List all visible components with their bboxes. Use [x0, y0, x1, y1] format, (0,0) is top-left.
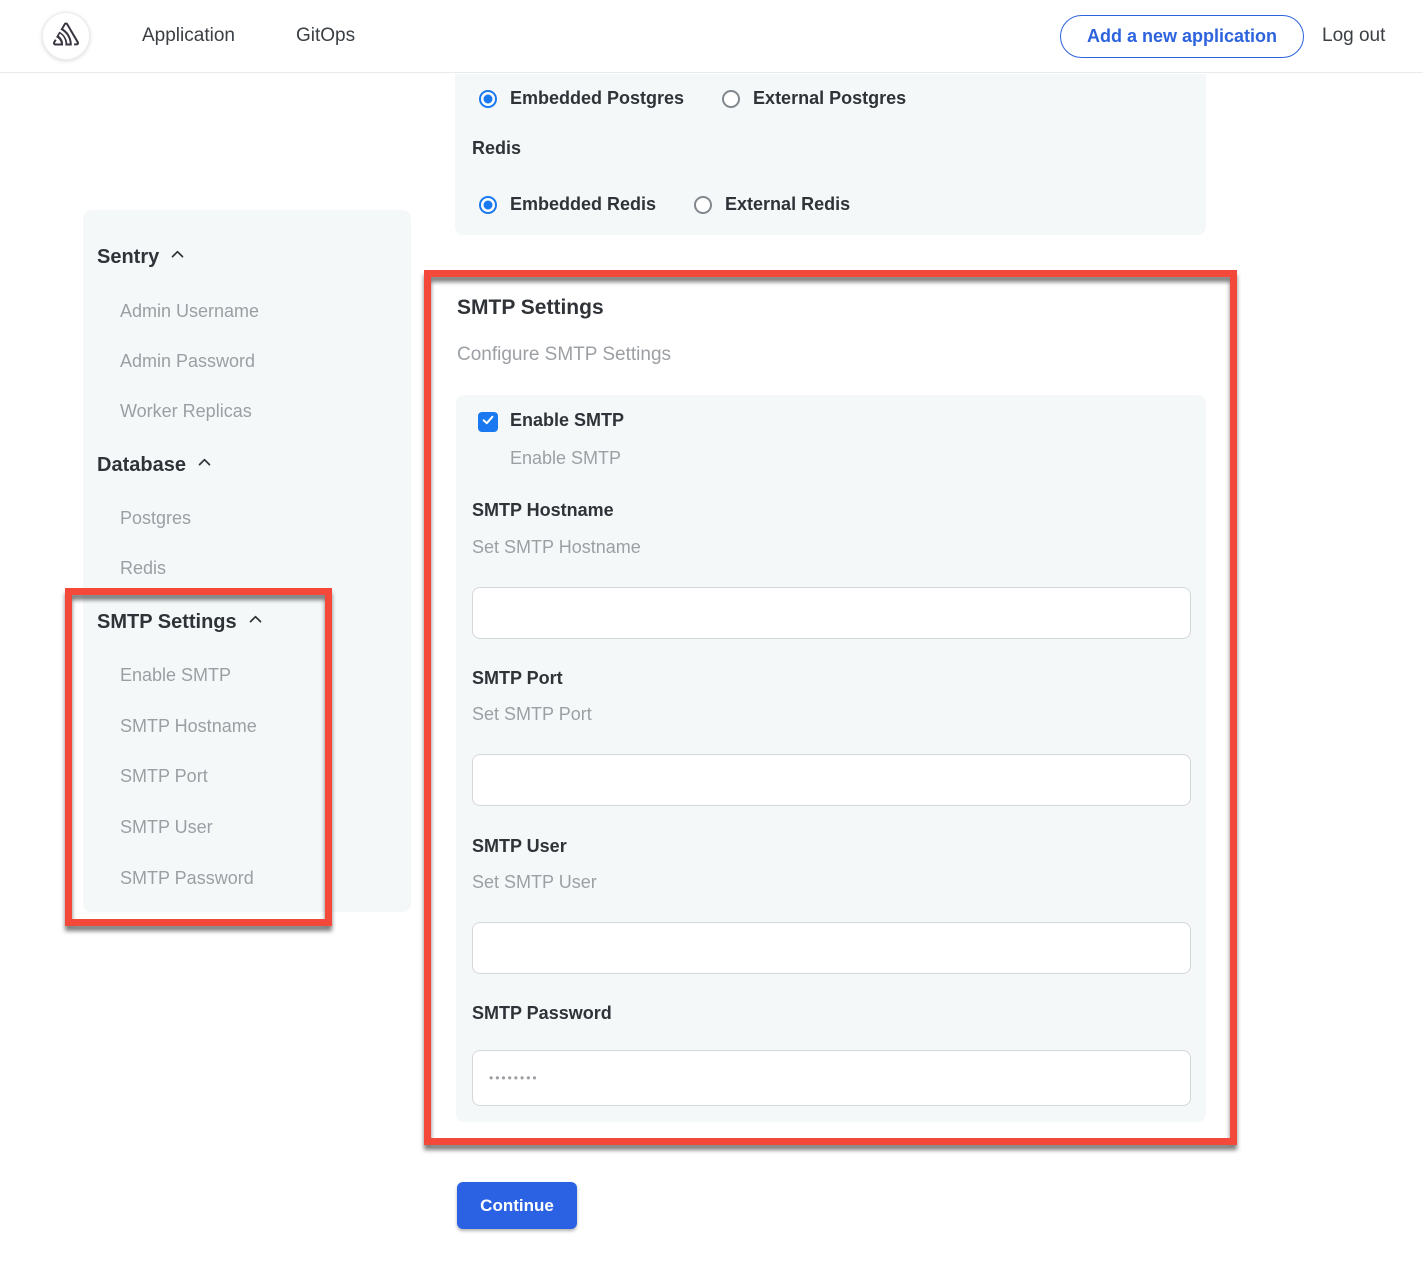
chevron-up-icon — [196, 454, 213, 477]
sidebar-item-admin-password[interactable]: Admin Password — [120, 351, 255, 372]
radio-external-redis[interactable]: External Redis — [694, 194, 850, 215]
redis-group-label: Redis — [472, 138, 521, 159]
redis-radio-group: Embedded Redis External Redis — [479, 194, 850, 215]
logout-link[interactable]: Log out — [1322, 25, 1385, 47]
postgres-radio-group: Embedded Postgres External Postgres — [479, 88, 906, 109]
radio-embedded-postgres[interactable]: Embedded Postgres — [479, 88, 684, 109]
sidebar-item-smtp-password[interactable]: SMTP Password — [120, 868, 254, 889]
smtp-user-label: SMTP User — [472, 836, 567, 857]
radio-selected-icon — [479, 90, 497, 108]
sidebar-item-enable-smtp[interactable]: Enable SMTP — [120, 665, 231, 686]
enable-smtp-helper: Enable SMTP — [510, 448, 621, 469]
enable-smtp-checkbox[interactable] — [478, 412, 498, 432]
smtp-hostname-helper: Set SMTP Hostname — [472, 537, 641, 558]
sidebar-item-worker-replicas[interactable]: Worker Replicas — [120, 401, 252, 422]
sidebar-item-postgres[interactable]: Postgres — [120, 508, 191, 529]
radio-unselected-icon — [722, 90, 740, 108]
radio-label: External Postgres — [753, 88, 906, 109]
enable-smtp-label: Enable SMTP — [510, 410, 624, 431]
app-header: Application GitOps Add a new application… — [0, 0, 1423, 73]
radio-label: Embedded Postgres — [510, 88, 684, 109]
sidebar-group-label: SMTP Settings — [97, 611, 237, 634]
chevron-up-icon — [247, 611, 264, 634]
radio-selected-icon — [479, 196, 497, 214]
sidebar-item-admin-username[interactable]: Admin Username — [120, 301, 259, 322]
smtp-port-input[interactable] — [472, 754, 1191, 806]
radio-label: External Redis — [725, 194, 850, 215]
smtp-hostname-label: SMTP Hostname — [472, 500, 614, 521]
sidebar-item-smtp-user[interactable]: SMTP User — [120, 817, 213, 838]
add-new-application-button[interactable]: Add a new application — [1060, 15, 1304, 58]
chevron-up-icon — [169, 246, 186, 269]
smtp-user-helper: Set SMTP User — [472, 872, 597, 893]
smtp-password-label: SMTP Password — [472, 1003, 612, 1024]
smtp-hostname-input[interactable] — [472, 587, 1191, 639]
smtp-section-subtitle: Configure SMTP Settings — [457, 344, 671, 366]
continue-button[interactable]: Continue — [457, 1182, 577, 1229]
smtp-section-title: SMTP Settings — [457, 296, 604, 320]
page: Application GitOps Add a new application… — [0, 0, 1423, 1270]
sidebar-group-database[interactable]: Database — [97, 454, 213, 477]
sentry-logo-icon — [53, 21, 79, 52]
radio-embedded-redis[interactable]: Embedded Redis — [479, 194, 656, 215]
smtp-port-label: SMTP Port — [472, 668, 563, 689]
sidebar-item-smtp-port[interactable]: SMTP Port — [120, 766, 208, 787]
nav-application[interactable]: Application — [142, 25, 235, 47]
sidebar-group-sentry[interactable]: Sentry — [97, 246, 186, 269]
radio-unselected-icon — [694, 196, 712, 214]
sidebar-item-redis[interactable]: Redis — [120, 558, 166, 579]
sidebar-group-smtp-settings[interactable]: SMTP Settings — [97, 611, 264, 634]
sidebar-item-smtp-hostname[interactable]: SMTP Hostname — [120, 716, 257, 737]
smtp-port-helper: Set SMTP Port — [472, 704, 592, 725]
nav-gitops[interactable]: GitOps — [296, 25, 355, 47]
radio-label: Embedded Redis — [510, 194, 656, 215]
sidebar-group-label: Sentry — [97, 246, 159, 269]
smtp-password-input[interactable] — [472, 1050, 1191, 1106]
radio-external-postgres[interactable]: External Postgres — [722, 88, 906, 109]
smtp-user-input[interactable] — [472, 922, 1191, 974]
sentry-logo-badge[interactable] — [42, 12, 90, 60]
sidebar-group-label: Database — [97, 454, 186, 477]
check-icon — [481, 413, 495, 432]
